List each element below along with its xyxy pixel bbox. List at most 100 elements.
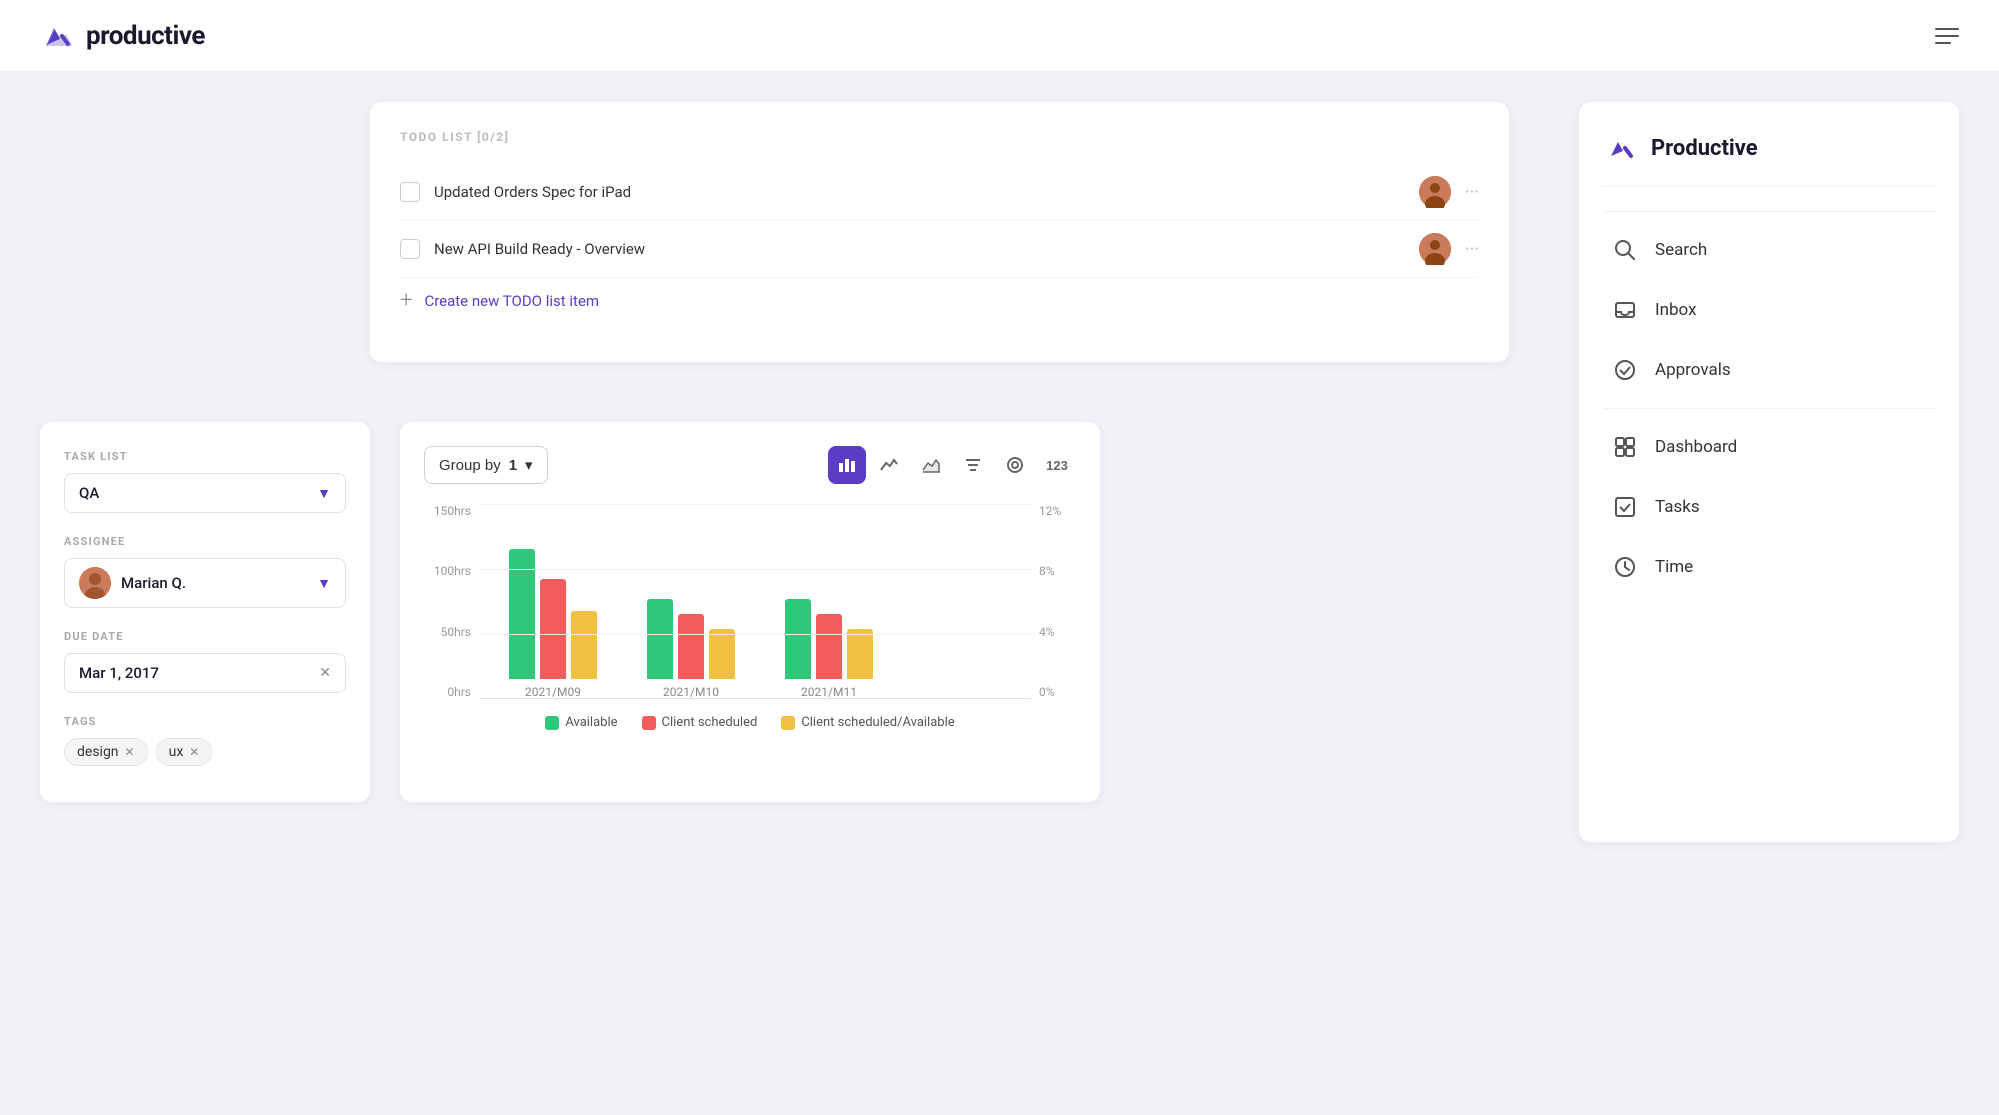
todo-checkbox-2[interactable] <box>400 239 420 259</box>
todo-panel: TODO LIST [0/2] Updated Orders Spec for … <box>370 102 1509 362</box>
app-menu-logo-icon <box>1603 130 1639 166</box>
tag-design: design ✕ <box>64 738 148 766</box>
tag-ux-label: ux <box>169 744 184 760</box>
bar-m09-available <box>509 549 535 679</box>
menu-label-inbox: Inbox <box>1655 300 1697 320</box>
group-by-button[interactable]: Group by 1 ▾ <box>424 446 548 484</box>
bar-chart-icon[interactable] <box>828 446 866 484</box>
task-list-label: TASK LIST <box>64 450 346 463</box>
y-axis-right: 12% 8% 4% 0% <box>1031 504 1076 699</box>
y-label-100: 100hrs <box>424 564 471 578</box>
create-plus-icon: + <box>400 288 412 313</box>
logo-text: productive <box>86 21 205 51</box>
menu-item-search[interactable]: Search <box>1603 220 1935 280</box>
y-axis-left: 150hrs 100hrs 50hrs 0hrs <box>424 504 479 699</box>
group-by-value: 1 <box>509 457 517 474</box>
bars-m09 <box>509 549 597 679</box>
y-label-0pct: 0% <box>1039 685 1076 699</box>
legend-label-client-available: Client scheduled/Available <box>801 715 954 730</box>
create-todo-label: Create new TODO list item <box>424 292 599 310</box>
task-list-dropdown[interactable]: QA ▼ <box>64 473 346 513</box>
due-date-clear-icon[interactable]: ✕ <box>319 665 331 681</box>
bar-m09-client-scheduled <box>540 579 566 679</box>
bar-label-m09: 2021/M09 <box>525 685 581 699</box>
legend-dot-available <box>545 716 559 730</box>
area-chart-icon[interactable] <box>912 446 950 484</box>
y-label-0: 0hrs <box>424 685 471 699</box>
menu-label-approvals: Approvals <box>1655 360 1731 380</box>
approvals-icon <box>1611 356 1639 384</box>
top-navigation: productive <box>0 0 1999 72</box>
circle-icon[interactable] <box>996 446 1034 484</box>
line-chart-icon[interactable] <box>870 446 908 484</box>
menu-item-dashboard[interactable]: Dashboard <box>1603 417 1935 477</box>
bar-m10-client-available <box>709 629 735 679</box>
y-label-150: 150hrs <box>424 504 471 518</box>
menu-item-time[interactable]: Time <box>1603 537 1935 597</box>
y-label-50: 50hrs <box>424 625 471 639</box>
todo-more-1[interactable]: ··· <box>1465 182 1479 203</box>
bar-m11-available <box>785 599 811 679</box>
y-label-12pct: 12% <box>1039 504 1076 518</box>
bar-m10-client-scheduled <box>678 614 704 679</box>
dashboard-icon <box>1611 433 1639 461</box>
bar-m11-client-available <box>847 629 873 679</box>
todo-title: TODO LIST [0/2] <box>400 130 1479 144</box>
inbox-icon <box>1611 296 1639 324</box>
chart-view-icons: 123 <box>828 446 1076 484</box>
task-list-value: QA <box>79 484 99 502</box>
assignee-arrow-icon: ▼ <box>317 575 331 592</box>
time-icon <box>1611 553 1639 581</box>
menu-label-search: Search <box>1655 240 1707 260</box>
assignee-avatar <box>79 567 111 599</box>
number-view-icon[interactable]: 123 <box>1038 446 1076 484</box>
y-label-8pct: 8% <box>1039 564 1076 578</box>
create-todo-button[interactable]: + Create new TODO list item <box>400 288 1479 313</box>
menu-label-time: Time <box>1655 557 1693 577</box>
tags-row: design ✕ ux ✕ <box>64 738 346 766</box>
task-list-arrow-icon: ▼ <box>317 485 331 502</box>
bar-group-m11: 2021/M11 <box>785 599 873 699</box>
tag-design-label: design <box>77 744 119 760</box>
tag-ux-remove[interactable]: ✕ <box>189 745 199 759</box>
app-menu-header: Productive <box>1603 130 1935 187</box>
menu-item-tasks[interactable]: Tasks <box>1603 477 1935 537</box>
main-content: TASK LIST QA ▼ ASSIGNEE Marian Q. ▼ DUE … <box>0 72 1999 832</box>
menu-divider-mid <box>1603 408 1935 409</box>
app-menu-panel: Productive Search Inbox Approvals <box>1579 102 1959 842</box>
chart-panel: Group by 1 ▾ <box>400 422 1100 802</box>
tag-design-remove[interactable]: ✕ <box>125 745 135 759</box>
chart-legend: Available Client scheduled Client schedu… <box>424 715 1076 730</box>
menu-label-tasks: Tasks <box>1655 497 1700 517</box>
filter-icon[interactable] <box>954 446 992 484</box>
assignee-dropdown[interactable]: Marian Q. ▼ <box>64 558 346 608</box>
tasks-icon <box>1611 493 1639 521</box>
assignee-left: Marian Q. <box>79 567 186 599</box>
bar-m09-client-available <box>571 611 597 679</box>
bar-m10-available <box>647 599 673 679</box>
due-date-value: Mar 1, 2017 <box>79 664 311 682</box>
menu-label-dashboard: Dashboard <box>1655 437 1737 457</box>
legend-client-available: Client scheduled/Available <box>781 715 954 730</box>
due-date-row: Mar 1, 2017 ✕ <box>64 653 346 693</box>
assignee-label: ASSIGNEE <box>64 535 346 548</box>
logo-icon <box>40 18 76 54</box>
bar-label-m11: 2021/M11 <box>801 685 857 699</box>
group-by-chevron-icon: ▾ <box>525 456 533 474</box>
menu-item-approvals[interactable]: Approvals <box>1603 340 1935 400</box>
bar-group-m10: 2021/M10 <box>647 599 735 699</box>
todo-checkbox-1[interactable] <box>400 182 420 202</box>
logo-area: productive <box>40 18 205 54</box>
bars-m11 <box>785 599 873 679</box>
todo-more-2[interactable]: ··· <box>1465 239 1479 260</box>
todo-text-2: New API Build Ready - Overview <box>434 240 1405 258</box>
menu-divider-top <box>1603 211 1935 212</box>
hamburger-menu[interactable] <box>1935 28 1959 44</box>
y-label-4pct: 4% <box>1039 625 1076 639</box>
bar-m11-client-scheduled <box>816 614 842 679</box>
todo-item-2: New API Build Ready - Overview ··· <box>400 221 1479 278</box>
legend-label-available: Available <box>565 715 617 730</box>
menu-item-inbox[interactable]: Inbox <box>1603 280 1935 340</box>
legend-available: Available <box>545 715 617 730</box>
legend-dot-client-scheduled <box>642 716 656 730</box>
